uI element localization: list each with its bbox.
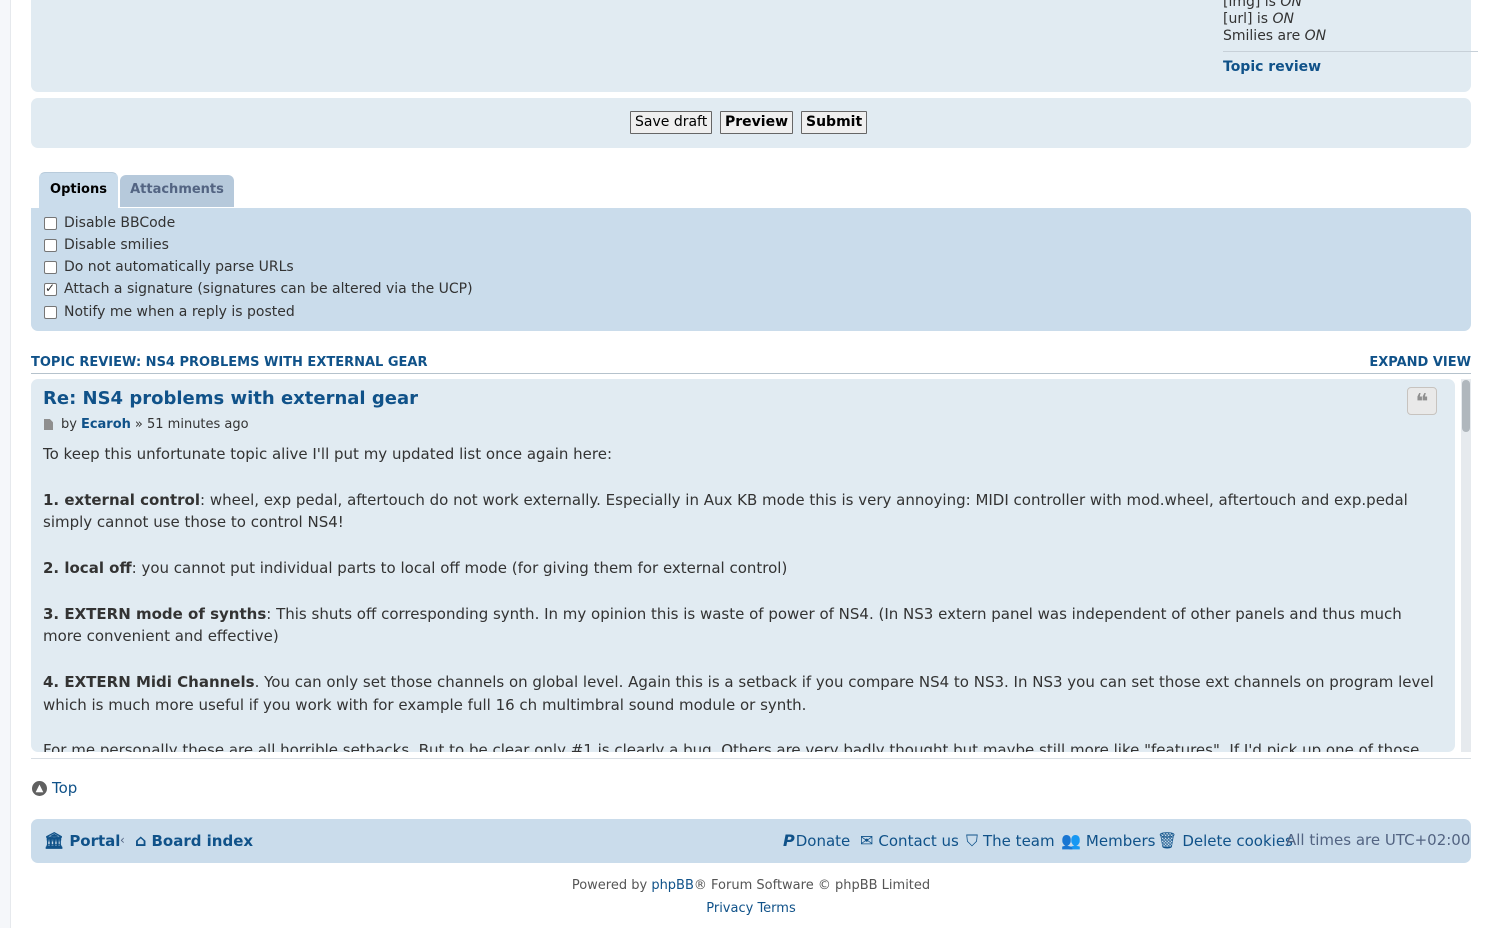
topic-review-header: TOPIC REVIEW: NS4 PROBLEMS WITH EXTERNAL…: [31, 355, 1471, 374]
topic-review-title: TOPIC REVIEW: NS4 PROBLEMS WITH EXTERNAL…: [31, 355, 428, 370]
message-panel: [img] is ON [url] is ON Smilies are ON T…: [31, 0, 1478, 92]
portal-link[interactable]: 🏛 Portal: [44, 831, 120, 850]
submit-panel: Save draft Preview Submit: [31, 98, 1471, 148]
trash-icon: 🗑: [1157, 831, 1178, 850]
bbcode-status: [img] is ON [url] is ON Smilies are ON T…: [1223, 0, 1478, 76]
donate-link[interactable]: P Donate: [783, 831, 850, 850]
url-status: [url] is ON: [1223, 11, 1295, 27]
post-author-line: by Ecaroh » 51 minutes ago: [43, 417, 249, 432]
option-disable-smilies[interactable]: Disable smilies: [44, 237, 169, 253]
board-index-link[interactable]: ⌂ Board index: [135, 831, 253, 850]
delete-cookies-link[interactable]: 🗑 Delete cookies: [1157, 831, 1293, 850]
footer-navbar: 🏛 Portal ‹ ⌂ Board index P Donate ✉ Cont…: [31, 819, 1471, 863]
review-scrollbar[interactable]: [1461, 379, 1471, 752]
quote-icon[interactable]: ❝: [1407, 387, 1437, 415]
envelope-icon: ✉: [860, 831, 874, 850]
terms-link[interactable]: Terms: [757, 901, 795, 916]
file-icon: [44, 419, 53, 430]
page-wrap: [img] is ON [url] is ON Smilies are ON T…: [10, 0, 1494, 928]
disable-bbcode-checkbox[interactable]: [44, 216, 57, 230]
breadcrumb-separator: ‹: [120, 833, 125, 847]
contact-us-link[interactable]: ✉ Contact us: [860, 831, 959, 850]
attach-signature-checkbox[interactable]: [44, 281, 57, 296]
topic-review-link[interactable]: Topic review: [1223, 59, 1478, 76]
disable-smilies-checkbox[interactable]: [44, 238, 57, 252]
post-item: 4. EXTERN Midi Channels. You can only se…: [43, 672, 1434, 714]
post-item: 1. external control: wheel, exp pedal, a…: [43, 490, 1408, 532]
bank-icon: 🏛: [44, 831, 65, 850]
tab-options-label: Options: [50, 182, 107, 197]
option-disable-magic-url[interactable]: Do not automatically parse URLs: [44, 259, 294, 275]
users-icon: 👥: [1061, 831, 1081, 850]
post-intro: To keep this unfortunate topic alive I'l…: [43, 445, 613, 463]
post-outro: For me personally these are all horrible…: [43, 741, 1425, 752]
back-to-top-link[interactable]: ▲ Top: [32, 779, 77, 797]
expand-view-link[interactable]: EXPAND VIEW: [1369, 355, 1471, 370]
timezone-label: All times are UTC+02:00: [1286, 831, 1471, 849]
post-time: » 51 minutes ago: [134, 417, 249, 432]
home-icon: ⌂: [135, 831, 147, 850]
post-item: 3. EXTERN mode of synths: This shuts off…: [43, 604, 1402, 646]
post-author[interactable]: Ecaroh: [81, 417, 131, 432]
notify-checkbox[interactable]: [44, 305, 57, 319]
post-content: To keep this unfortunate topic alive I'l…: [43, 443, 1443, 752]
option-attach-signature[interactable]: Attach a signature (signatures can be al…: [44, 281, 473, 297]
preview-button[interactable]: Preview: [720, 111, 794, 134]
members-link[interactable]: 👥 Members: [1061, 831, 1155, 850]
option-notify[interactable]: Notify me when a reply is posted: [44, 304, 295, 320]
tab-attachments[interactable]: Attachments: [120, 175, 234, 207]
phpbb-link[interactable]: phpBB: [651, 878, 694, 893]
review-scrollbar-thumb[interactable]: [1462, 380, 1470, 432]
privacy-link[interactable]: Privacy: [706, 901, 753, 916]
shield-icon: ⛉: [966, 831, 979, 850]
save-draft-button[interactable]: Save draft: [630, 111, 713, 134]
post-item: 2. local off: you cannot put individual …: [43, 558, 788, 577]
divider: [31, 758, 1471, 759]
img-status: [img] is ON: [1223, 0, 1302, 10]
option-disable-bbcode[interactable]: Disable BBCode: [44, 215, 175, 231]
smilies-status: Smilies are ON: [1223, 28, 1327, 44]
post-title[interactable]: Re: NS4 problems with external gear: [43, 388, 418, 409]
submit-button[interactable]: Submit: [801, 111, 868, 134]
divider: [1223, 51, 1478, 52]
tab-attachments-label: Attachments: [130, 182, 224, 197]
circle-arrow-up-icon: ▲: [32, 780, 47, 796]
paypal-icon: P: [783, 831, 795, 850]
disable-magic-url-checkbox[interactable]: [44, 260, 57, 274]
footer-links: Privacy Terms: [11, 901, 1491, 916]
options-panel: Disable BBCode Disable smilies Do not au…: [31, 208, 1471, 331]
tab-options[interactable]: Options: [39, 172, 118, 208]
powered-by: Powered by phpBB® Forum Software © phpBB…: [571, 878, 931, 893]
the-team-link[interactable]: ⛉ The team: [966, 831, 1055, 851]
topic-review-post: Re: NS4 problems with external gear ❝ by…: [31, 379, 1455, 752]
